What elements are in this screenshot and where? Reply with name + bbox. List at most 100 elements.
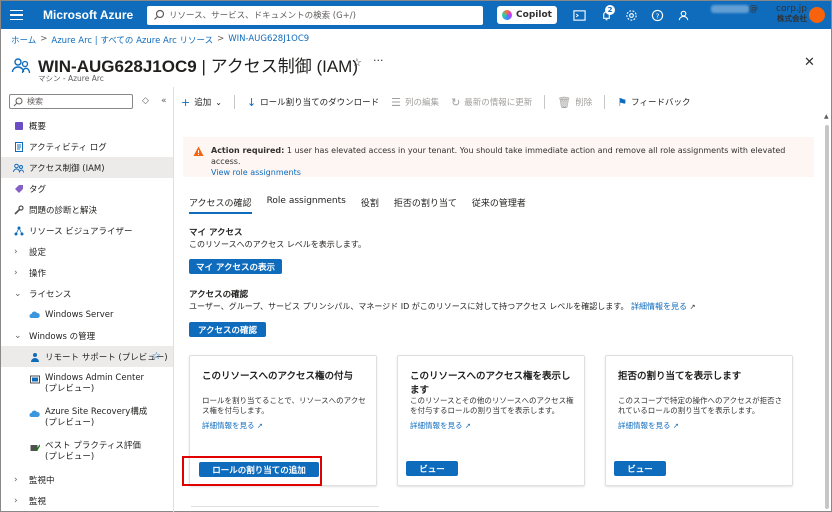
download-role-assignments-button[interactable]: ↓ ロール割り当てのダウンロード (233, 95, 379, 109)
breadcrumb-azure-arc[interactable]: Azure Arc | すべての Azure Arc リソース (51, 34, 213, 46)
tab-check-access[interactable]: アクセスの確認 (189, 196, 252, 214)
favorite-star-icon[interactable]: ☆ (152, 351, 161, 362)
settings-icon[interactable] (624, 8, 638, 22)
nav-item-iam[interactable]: アクセス制御 (IAM) (1, 157, 173, 178)
tab-classic-administrators[interactable]: 従来の管理者 (472, 196, 526, 213)
refresh-button[interactable]: ↻ 最新の情報に更新 (451, 96, 532, 109)
nav-item-label: 監視中 (29, 475, 55, 486)
command-bar: + 追加 ⌄ ↓ ロール割り当てのダウンロード ☰ 列の編集 ↻ 最新の情報に更新 🗑 削除… (181, 94, 703, 110)
add-button[interactable]: + 追加 ⌄ (181, 96, 222, 109)
my-access-title: マイ アクセス (189, 228, 243, 238)
view-my-access-button[interactable]: マイ アクセスの表示 (189, 259, 282, 274)
nav-search-input[interactable]: 検索 (9, 94, 133, 109)
breadcrumb-separator: > (40, 34, 48, 44)
external-link-icon: ↗ (464, 422, 471, 430)
tab-role-assignments[interactable]: Role assignments (267, 196, 346, 213)
nav-item-resource-visualizer[interactable]: リソース ビジュアライザー (1, 220, 173, 241)
toolbar-divider (544, 95, 546, 109)
nav-item-remote-support[interactable]: リモート サポート (プレビュー) ☆ (1, 346, 173, 367)
edit-columns-button[interactable]: ☰ 列の編集 (391, 96, 439, 109)
nav-group-monitoring-active[interactable]: › 監視中 (1, 469, 173, 490)
card-title: このリソースへのアクセス権を表示します (410, 371, 571, 396)
card-learn-more-link[interactable]: 詳細情報を見る ↗ (618, 420, 679, 431)
tab-bar: アクセスの確認 Role assignments 役割 拒否の割り当て 従来の管… (189, 196, 526, 214)
nav-group-windows-management[interactable]: ⌄ Windows の管理 (1, 325, 173, 346)
trash-icon: 🗑 (557, 95, 572, 109)
edit-columns-label: 列の編集 (405, 98, 440, 108)
more-options-icon[interactable]: ··· (373, 54, 384, 67)
view-role-assignments-link[interactable]: View role assignments (211, 168, 301, 177)
nav-group-settings[interactable]: › 設定 (1, 241, 173, 262)
card-link-text: 詳細情報を見る (618, 421, 671, 430)
card-link-text: 詳細情報を見る (410, 421, 463, 430)
nav-item-site-recovery[interactable]: Azure Site Recovery構成 (プレビュー) (1, 401, 173, 435)
admin-center-icon (29, 374, 40, 385)
card-desc: ロールを割り当てることで、リソースへのアクセス権を付与します。 (202, 396, 366, 415)
card-title: このリソースへのアクセス権の付与 (202, 371, 354, 382)
nav-group-licenses[interactable]: ⌄ ライセンス (1, 283, 173, 304)
nav-item-label: 設定 (29, 247, 47, 258)
refresh-label: 最新の情報に更新 (464, 98, 533, 108)
nav-item-overview[interactable]: 概要 (1, 115, 173, 136)
refresh-icon: ↻ (451, 95, 461, 109)
nav-item-label: 操作 (29, 268, 47, 279)
nav-item-diagnose[interactable]: 問題の診断と解決 (1, 199, 173, 220)
scrollbar-thumb[interactable] (825, 125, 829, 509)
breadcrumb-resource[interactable]: WIN-AUG628J1OC9 (228, 34, 309, 46)
help-icon[interactable]: ? (650, 8, 664, 22)
nav-item-windows-admin-center[interactable]: Windows Admin Center (プレビュー) (1, 367, 173, 401)
scroll-up-icon[interactable]: ▲ (824, 113, 829, 120)
breadcrumb-home[interactable]: ホーム (11, 34, 36, 46)
nav-item-tags[interactable]: タグ (1, 178, 173, 199)
feedback-label: フィードバック (631, 98, 691, 108)
nav-group-monitoring[interactable]: › 監視 (1, 490, 173, 511)
brand-title[interactable]: Microsoft Azure (43, 8, 143, 22)
wrench-icon (13, 204, 24, 215)
learn-more-link[interactable]: 詳細情報を見る (631, 302, 687, 311)
card-learn-more-link[interactable]: 詳細情報を見る ↗ (202, 420, 263, 431)
chevron-down-icon: ⌄ (14, 288, 22, 299)
close-icon[interactable]: ✕ (804, 55, 815, 70)
view-role-assignments-button[interactable]: ビュー (406, 461, 458, 476)
copilot-button[interactable]: Copilot (497, 6, 557, 24)
view-deny-assignments-button[interactable]: ビュー (614, 461, 666, 476)
external-link-icon: ↗ (689, 303, 696, 311)
nav-expand-icon[interactable]: ◇ (142, 96, 149, 106)
download-icon: ↓ (246, 95, 257, 109)
warning-icon (193, 146, 204, 156)
nav-item-best-practice[interactable]: ベスト プラクティス評価 (プレビュー) (1, 435, 173, 469)
check-access-button[interactable]: アクセスの確認 (189, 322, 266, 337)
feedback-button[interactable]: ⚑ フィードバック (604, 95, 691, 109)
nav-item-label: Azure Site Recovery構成 (プレビュー) (45, 407, 148, 428)
copilot-icon (502, 10, 513, 20)
search-icon (13, 97, 23, 106)
scrollbar[interactable]: ▲ (823, 113, 831, 511)
nav-collapse-icon[interactable]: « (161, 96, 167, 106)
menu-icon[interactable] (1, 1, 31, 29)
card-title: 拒否の割り当てを表示します (618, 371, 742, 382)
avatar[interactable] (809, 7, 825, 23)
cloud-shell-icon[interactable] (572, 8, 586, 22)
toolbar-divider (233, 95, 235, 109)
card-learn-more-link[interactable]: 詳細情報を見る ↗ (410, 420, 471, 431)
chevron-right-icon: › (14, 495, 18, 506)
notification-badge: 2 (605, 5, 615, 15)
global-search-input[interactable]: リソース、サービス、ドキュメントの検索 (G+/) (147, 5, 483, 25)
cloud-icon (29, 309, 40, 320)
tab-roles[interactable]: 役割 (361, 196, 379, 213)
nav-item-windows-server[interactable]: Windows Server (1, 304, 173, 325)
nav-item-label: ベスト プラクティス評価 (プレビュー) (45, 441, 141, 462)
highlight-box (182, 456, 322, 486)
delete-button[interactable]: 🗑 削除 (544, 95, 592, 109)
nav-item-label: 問題の診断と解決 (29, 205, 98, 216)
deny-assignments-card: 拒否の割り当てを表示します このスコープで特定の操作へのアクセスが拒否されている… (605, 355, 793, 486)
chevron-down-icon: ⌄ (215, 97, 222, 107)
feedback-icon[interactable] (676, 8, 690, 22)
nav-item-activity-log[interactable]: アクティビティ ログ (1, 136, 173, 157)
favorite-star-icon[interactable]: ☆ (352, 56, 362, 69)
account-info[interactable]: @ corp.jp 株式会社 (707, 4, 807, 24)
tab-deny-assignments[interactable]: 拒否の割り当て (394, 196, 457, 213)
nav-item-label: アクセス制御 (IAM) (29, 163, 105, 174)
nav-group-operations[interactable]: › 操作 (1, 262, 173, 283)
nav-item-label: 概要 (29, 121, 47, 132)
